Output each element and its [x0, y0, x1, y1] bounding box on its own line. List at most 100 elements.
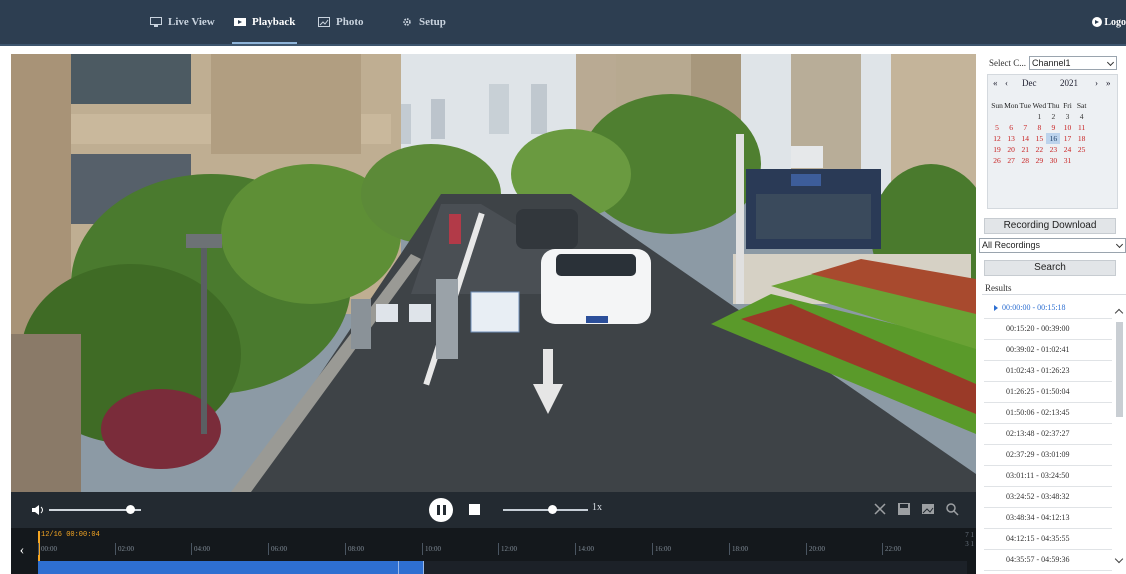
calendar-day[interactable]: 9 — [1046, 122, 1060, 133]
speed-knob[interactable] — [548, 505, 557, 514]
speed-slider[interactable] — [503, 509, 588, 511]
calendar-day[interactable]: 5 — [990, 122, 1004, 133]
tab-playback[interactable]: Playback — [231, 0, 298, 44]
channel-select[interactable]: Channel1 — [1029, 56, 1117, 70]
recording-type-select[interactable]: All Recordings — [979, 238, 1126, 253]
timeline-current-time: 12/16 00:00:04 — [41, 531, 100, 539]
calendar-day[interactable]: 18 — [1075, 133, 1089, 144]
calendar-day[interactable]: 4 — [1075, 111, 1089, 122]
timeline-zoom-out[interactable]: 3 1 — [965, 540, 974, 549]
tab-setup[interactable]: Setup — [401, 0, 446, 44]
calendar-day[interactable]: 26 — [990, 155, 1004, 166]
calendar-day[interactable]: 3 — [1060, 111, 1074, 122]
date-calendar: « ‹ Dec 2021 › » Sun Mon Tue Wed Thu Fri… — [987, 74, 1118, 209]
timeline-segment-divider — [398, 561, 399, 574]
timeline[interactable]: ‹ 12/16 00:00:04 00:00 02:00 04:00 06:00… — [11, 528, 976, 574]
calendar-day[interactable]: 15 — [1032, 133, 1046, 144]
result-item[interactable]: 03:01:11 - 03:24:50 — [984, 466, 1112, 487]
calendar-day[interactable]: 31 — [1060, 155, 1074, 166]
clip-icon[interactable] — [873, 502, 887, 516]
calendar-day — [1075, 166, 1089, 177]
weekday-label: Fri — [1063, 101, 1072, 110]
calendar-day[interactable]: 30 — [1046, 155, 1060, 166]
calendar-day[interactable]: 12 — [990, 133, 1004, 144]
scroll-up-icon[interactable] — [1114, 308, 1124, 318]
calendar-day[interactable]: 14 — [1018, 133, 1032, 144]
scroll-down-icon[interactable] — [1114, 554, 1124, 564]
calendar-week-row: 12 13 14 15 16 17 18 — [990, 133, 1117, 144]
calendar-day[interactable]: 21 — [1018, 144, 1032, 155]
snapshot-icon[interactable] — [921, 502, 935, 516]
timeline-tick: 06:00 — [268, 543, 287, 555]
result-item[interactable]: 01:26:25 - 01:50:04 — [984, 382, 1112, 403]
volume-knob[interactable] — [126, 505, 135, 514]
result-item[interactable]: 02:37:29 - 03:01:09 — [984, 445, 1112, 466]
next-year-button[interactable]: » — [1106, 78, 1111, 88]
logout-button[interactable]: Logo — [1092, 0, 1126, 44]
calendar-day[interactable]: 25 — [1075, 144, 1089, 155]
timeline-tick: 04:00 — [191, 543, 210, 555]
calendar-day[interactable]: 11 — [1075, 122, 1089, 133]
calendar-day[interactable]: 19 — [990, 144, 1004, 155]
monitor-icon — [150, 17, 162, 27]
pause-button[interactable] — [429, 498, 453, 522]
recording-download-button[interactable]: Recording Download — [984, 218, 1116, 234]
stop-button[interactable] — [469, 504, 480, 515]
calendar-day[interactable]: 1 — [1032, 111, 1046, 122]
result-item[interactable]: 00:39:02 - 01:02:41 — [984, 340, 1112, 361]
chevron-down-icon — [1115, 240, 1124, 249]
calendar-day[interactable]: 27 — [1004, 155, 1018, 166]
save-icon[interactable] — [897, 502, 911, 516]
calendar-day[interactable]: 23 — [1046, 144, 1060, 155]
calendar-week-row: 1234 — [990, 111, 1117, 122]
result-item[interactable]: 04:35:57 - 04:59:36 — [984, 550, 1112, 571]
video-viewport[interactable] — [11, 54, 976, 492]
result-item[interactable]: 00:00:00 - 00:15:18 — [984, 298, 1112, 319]
scroll-thumb[interactable] — [1116, 322, 1123, 417]
calendar-day — [1018, 166, 1032, 177]
calendar-day[interactable]: 6 — [1004, 122, 1018, 133]
result-item[interactable]: 03:48:34 - 04:12:13 — [984, 508, 1112, 529]
calendar-day[interactable]: 13 — [1004, 133, 1018, 144]
calendar-day[interactable]: 2 — [1046, 111, 1060, 122]
tab-label: Live View — [168, 16, 215, 28]
next-month-button[interactable]: › — [1095, 78, 1098, 88]
calendar-day[interactable]: 7 — [1018, 122, 1032, 133]
result-item[interactable]: 00:15:20 - 00:39:00 — [984, 319, 1112, 340]
calendar-week-row: 26 27 28 29 30 31 — [990, 155, 1117, 166]
timeline-recording-bar[interactable] — [38, 561, 423, 574]
calendar-day — [1046, 166, 1060, 177]
result-item[interactable]: 03:24:52 - 03:48:32 — [984, 487, 1112, 508]
digital-zoom-icon[interactable] — [945, 502, 959, 516]
calendar-day — [1060, 166, 1074, 177]
tab-photo[interactable]: Photo — [318, 0, 364, 44]
tab-live-view[interactable]: Live View — [150, 0, 215, 44]
timeline-tick: 18:00 — [729, 543, 748, 555]
result-item[interactable]: 01:50:06 - 02:13:45 — [984, 403, 1112, 424]
timeline-empty-bar[interactable] — [423, 561, 967, 574]
result-item[interactable]: 01:02:43 - 01:26:23 — [984, 361, 1112, 382]
calendar-week-row: 19 20 21 22 23 24 25 — [990, 144, 1117, 155]
calendar-day[interactable]: 20 — [1004, 144, 1018, 155]
timeline-zoom-in[interactable]: 7 1 — [965, 531, 974, 540]
volume-icon[interactable] — [31, 503, 45, 517]
calendar-day[interactable]: 8 — [1032, 122, 1046, 133]
prev-year-button[interactable]: « — [993, 78, 998, 88]
calendar-day[interactable]: 24 — [1060, 144, 1074, 155]
calendar-day[interactable]: 16 — [1046, 133, 1061, 144]
calendar-day — [1004, 166, 1018, 177]
search-button[interactable]: Search — [984, 260, 1116, 276]
calendar-header: « ‹ Dec 2021 › » — [988, 77, 1119, 91]
results-scrollbar[interactable] — [1114, 302, 1124, 574]
result-item[interactable]: 04:12:15 - 04:35:55 — [984, 529, 1112, 550]
playback-sidebar: Select C... Channel1 « ‹ Dec 2021 › » Su… — [979, 54, 1126, 574]
prev-month-button[interactable]: ‹ — [1005, 78, 1008, 88]
result-item[interactable]: 02:13:48 - 02:37:27 — [984, 424, 1112, 445]
calendar-day[interactable]: 22 — [1032, 144, 1046, 155]
calendar-day[interactable]: 17 — [1060, 133, 1074, 144]
calendar-day[interactable]: 10 — [1060, 122, 1074, 133]
calendar-day[interactable]: 28 — [1018, 155, 1032, 166]
calendar-day[interactable]: 29 — [1032, 155, 1046, 166]
timeline-zoom[interactable]: 7 1 3 1 — [965, 531, 974, 549]
timeline-prev-button[interactable]: ‹ — [11, 528, 33, 574]
